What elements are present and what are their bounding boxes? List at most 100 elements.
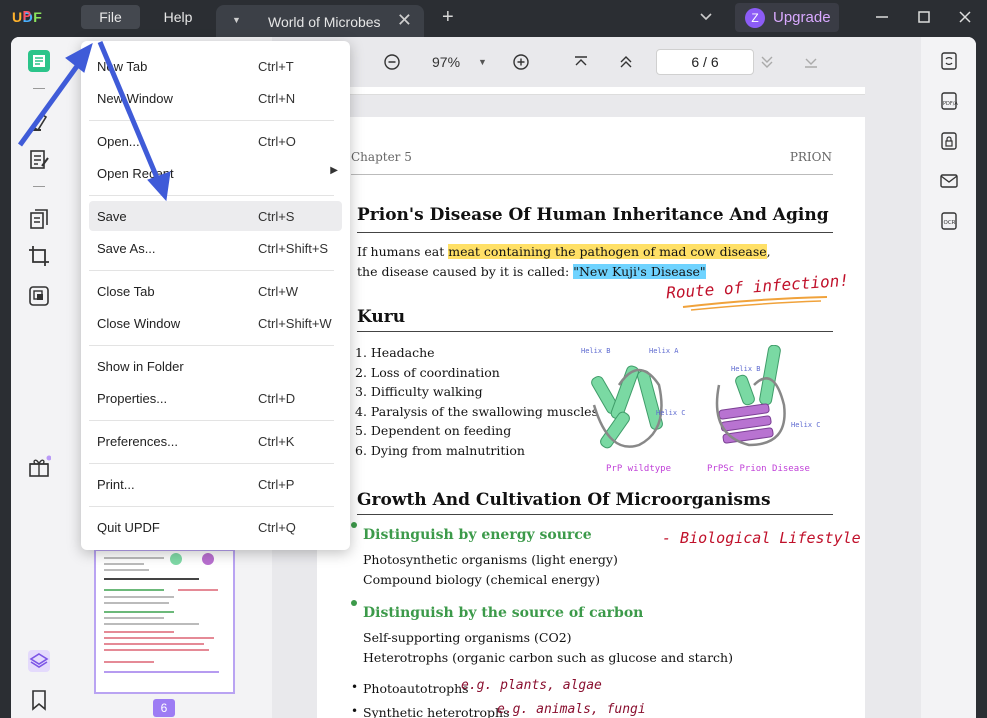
thumb-line [104,623,199,625]
paragraph-line-1: If humans eat meat containing the pathog… [357,244,771,259]
heading-kuru: Kuru [357,307,406,327]
menu-item-close-tab[interactable]: Close Tab Ctrl+W [89,276,342,306]
menu-item-open[interactable]: Open... Ctrl+O [89,126,342,156]
last-page-icon[interactable] [802,53,820,71]
annotation-plants-algae[interactable]: e.g. plants, algae [461,678,602,693]
thumb-protein-figure [170,553,214,565]
energy-line: Compound biology (chemical energy) [363,572,600,587]
minimize-icon[interactable] [873,8,891,26]
copy-pages-icon[interactable] [27,284,51,308]
pdf-page[interactable]: Chapter 5 PRION Prion's Disease Of Human… [317,117,865,718]
thumb-line [104,617,164,619]
subheading-energy-source: Distinguish by energy source [363,527,592,543]
zoom-level[interactable]: 97% [432,54,460,70]
svg-text:PDF/A: PDF/A [943,101,958,107]
close-window-icon[interactable] [956,8,974,26]
protect-icon[interactable] [939,131,959,151]
layers-icon[interactable] [27,649,51,673]
thumb-note [104,631,174,633]
thumb-note [104,671,219,673]
zoom-dropdown-icon[interactable]: ▼ [478,57,487,67]
menu-item-print[interactable]: Print... Ctrl+P [89,469,342,499]
annotation-biological-lifestyle[interactable]: - Biological Lifestyle [662,529,861,547]
kuru-item: 1. Headache [355,345,435,360]
menu-item-show-in-folder[interactable]: Show in Folder [89,351,342,381]
menu-item-open-recent[interactable]: Open Recent ▶ [89,158,342,188]
label-prp-wildtype: PrP wildtype [606,464,671,474]
mail-icon[interactable] [939,171,959,191]
menu-separator [89,195,334,196]
updf-logo: U P DF [12,9,43,25]
page-header-section: PRION [789,150,832,164]
gift-icon[interactable] [27,455,51,479]
synthetic-heterotrophs-text: Synthetic heterotrophs [363,705,510,718]
edit-text-icon[interactable] [27,148,51,172]
zoom-out-icon[interactable] [383,53,401,71]
upgrade-label: Upgrade [773,9,831,26]
page-number-input[interactable]: 6 / 6 [656,49,754,75]
first-page-icon[interactable] [572,53,590,71]
bullet-dot: • [351,680,359,694]
reader-icon[interactable] [27,49,51,73]
menu-separator [89,506,334,507]
label-helix-b: Helix B [731,365,761,373]
subheading-carbon-source: Distinguish by the source of carbon [363,605,644,621]
thumb-line [104,569,149,571]
thumb-note [104,637,214,639]
chevron-down-icon[interactable] [698,8,714,24]
organize-pages-icon[interactable] [27,207,51,231]
tab-dropdown-icon[interactable]: ▼ [232,15,241,25]
crop-icon[interactable] [27,244,51,268]
label-helix-c: Helix C [656,409,686,417]
menu-item-preferences[interactable]: Preferences... Ctrl+K [89,426,342,456]
heading-rule [357,232,833,233]
menu-item-save-as[interactable]: Save As... Ctrl+Shift+S [89,233,342,263]
thumb-line [104,602,169,604]
kuru-item: 5. Dependent on feeding [355,423,512,438]
help-menu-button[interactable]: Help [152,5,204,29]
convert-icon[interactable] [939,51,959,71]
next-page-icon[interactable] [758,53,776,71]
menu-separator [89,463,334,464]
thumb-line [104,563,144,565]
right-toolbar: PDF/A OCR [921,37,976,718]
bookmark-icon[interactable] [27,688,51,712]
document-canvas[interactable]: 97% ▼ 6 / 6 Chapter 5 PRION Prion's Dise… [272,37,921,718]
maximize-icon[interactable] [915,8,933,26]
ocr-icon[interactable]: OCR [939,211,959,231]
svg-text:OCR: OCR [944,220,956,226]
kuru-item: 3. Difficulty walking [355,384,483,399]
menu-item-save[interactable]: Save Ctrl+S [89,201,342,231]
menu-item-new-tab[interactable]: New Tab Ctrl+T [89,51,342,81]
document-tab[interactable]: ▼ World of Microbes ✕ [216,5,424,38]
highlight-yellow: meat containing the pathogen of mad cow … [448,244,767,259]
divider [33,88,45,89]
thumb-note [104,649,209,651]
thumb-note [104,643,204,645]
thumb-note [104,661,154,663]
heading-rule [357,331,833,332]
page-thumbnail[interactable] [94,549,235,694]
paragraph-line-2: the disease caused by it is called: "New… [357,264,706,279]
thumb-line [104,596,174,598]
file-menu-button[interactable]: File [81,5,140,29]
pdfa-icon[interactable]: PDF/A [939,91,959,111]
heading-rule [357,514,833,515]
tab-close-icon[interactable]: ✕ [397,10,412,31]
left-toolbar [11,37,66,718]
upgrade-button[interactable]: Z Upgrade [735,3,839,32]
thumb-heading [104,578,199,580]
thumb-note [178,589,218,591]
previous-page-icon[interactable] [617,53,635,71]
annotation-animals-fungi[interactable]: e.g. animals, fungi [497,702,646,717]
menu-item-close-window[interactable]: Close Window Ctrl+Shift+W [89,308,342,338]
menu-item-properties[interactable]: Properties... Ctrl+D [89,383,342,413]
menu-item-new-window[interactable]: New Window Ctrl+N [89,83,342,113]
new-tab-button[interactable]: + [442,6,454,29]
highlighter-icon[interactable] [27,109,51,133]
avatar: Z [745,7,765,28]
thumb-line [104,589,164,591]
menu-item-quit[interactable]: Quit UPDF Ctrl+Q [89,512,342,542]
kuru-item: 2. Loss of coordination [355,365,500,380]
zoom-in-icon[interactable] [512,53,530,71]
